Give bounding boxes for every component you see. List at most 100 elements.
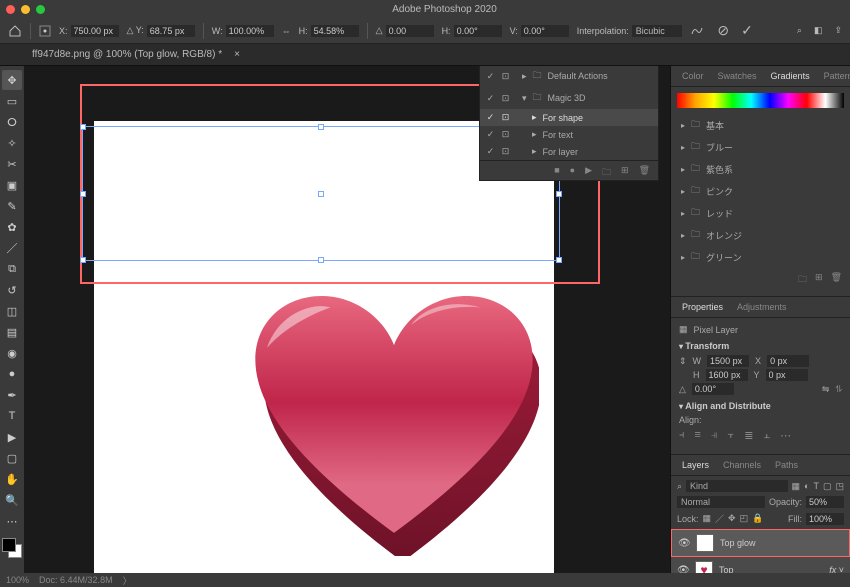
new-group-icon[interactable]: 🗀 xyxy=(798,272,807,288)
include-check[interactable]: ✓ xyxy=(486,93,495,104)
transform-vskew-input[interactable] xyxy=(521,25,569,37)
magic-wand-tool[interactable]: ✧ xyxy=(2,133,22,153)
record-action-button[interactable]: ● xyxy=(570,165,575,176)
tab-swatches[interactable]: Swatches xyxy=(711,66,764,86)
pen-tool[interactable]: ✒ xyxy=(2,385,22,405)
dialog-toggle[interactable]: ⊡ xyxy=(501,71,510,82)
type-tool[interactable]: T xyxy=(2,406,22,426)
action-item[interactable]: ✓⊡▸For shape xyxy=(480,109,658,126)
more-align-icon[interactable]: ⋯ xyxy=(780,429,791,442)
filter-smart-icon[interactable]: ◳ xyxy=(835,481,844,492)
opacity-input[interactable] xyxy=(806,496,844,508)
align-center-h-icon[interactable]: ≡ xyxy=(695,429,701,442)
chevron-right-icon[interactable]: ▸ xyxy=(681,209,685,218)
layer-kind-select[interactable]: Kind xyxy=(686,480,787,492)
chevron-right-icon[interactable]: ▸ xyxy=(681,187,685,196)
layer-name[interactable]: Top glow xyxy=(720,538,756,548)
tab-gradients[interactable]: Gradients xyxy=(764,66,817,86)
hand-tool[interactable]: ✋ xyxy=(2,469,22,489)
transform-center-point[interactable] xyxy=(318,191,324,197)
visibility-toggle[interactable]: 👁 xyxy=(677,565,689,574)
gradient-folder[interactable]: ▸🗀ブルー xyxy=(671,136,850,158)
align-top-icon[interactable]: ⫟ xyxy=(728,429,735,442)
crop-tool[interactable]: ✂ xyxy=(2,154,22,174)
chevron-right-icon[interactable]: ▸ xyxy=(532,129,537,140)
lock-artboard-icon[interactable]: ◰ xyxy=(740,513,749,524)
flip-vertical-icon[interactable]: ⥮ xyxy=(835,384,842,395)
share-icon[interactable]: ⇪ xyxy=(834,25,842,36)
chevron-right-icon[interactable]: ▸ xyxy=(681,253,685,262)
move-tool[interactable]: ✥ xyxy=(2,70,22,90)
prop-w-input[interactable] xyxy=(707,355,749,367)
lock-all-icon[interactable]: 🔒 xyxy=(752,513,763,524)
transform-x-input[interactable] xyxy=(71,25,119,37)
include-check[interactable]: ✓ xyxy=(486,71,495,82)
cancel-transform-button[interactable]: ⊘ xyxy=(717,22,729,39)
filter-type-icon[interactable]: T xyxy=(813,481,819,491)
dialog-toggle[interactable]: ⊡ xyxy=(501,93,510,104)
chevron-right-icon[interactable]: ▸ xyxy=(532,146,537,157)
include-check[interactable]: ✓ xyxy=(486,129,495,140)
prop-angle-input[interactable] xyxy=(692,383,734,395)
transform-handle[interactable] xyxy=(318,124,324,130)
new-action-button[interactable]: ⊞ xyxy=(621,165,629,176)
clone-stamp-tool[interactable]: ⧉ xyxy=(2,259,22,279)
edit-toolbar-button[interactable]: ⋯ xyxy=(2,511,22,531)
gradient-folder[interactable]: ▸🗀ピンク xyxy=(671,180,850,202)
eyedropper-tool[interactable]: ✎ xyxy=(2,196,22,216)
transform-y-input[interactable] xyxy=(147,25,195,37)
fill-input[interactable] xyxy=(806,513,844,525)
healing-tool[interactable]: ✿ xyxy=(2,217,22,237)
action-item[interactable]: ✓⊡▸For layer xyxy=(480,143,658,160)
foreground-color-swatch[interactable] xyxy=(2,538,16,552)
transform-handle[interactable] xyxy=(80,124,86,130)
align-left-icon[interactable]: ⫞ xyxy=(679,429,685,442)
canvas-area[interactable]: History Actions » ≡ ✓⊡▸🗀Default Actions✓… xyxy=(24,66,670,573)
prop-x-input[interactable] xyxy=(767,355,809,367)
new-item-icon[interactable]: ⊞ xyxy=(815,272,823,288)
eraser-tool[interactable]: ◫ xyxy=(2,301,22,321)
layer-row-top[interactable]: 👁 ♥ Top fx ˅ xyxy=(671,557,850,573)
transform-handle[interactable] xyxy=(556,191,562,197)
tab-channels[interactable]: Channels xyxy=(716,455,768,475)
blend-mode-select[interactable]: Normal xyxy=(677,496,765,508)
dialog-toggle[interactable]: ⊡ xyxy=(501,112,510,123)
brush-tool[interactable]: ／ xyxy=(2,238,22,258)
maximize-window-button[interactable] xyxy=(36,5,45,14)
new-set-button[interactable]: 🗀 xyxy=(602,165,611,176)
align-middle-icon[interactable]: ≣ xyxy=(744,429,753,442)
zoom-tool[interactable]: 🔍 xyxy=(2,490,22,510)
tab-paths[interactable]: Paths xyxy=(768,455,805,475)
close-tab-icon[interactable]: × xyxy=(234,49,240,60)
frame-tool[interactable]: ▣ xyxy=(2,175,22,195)
tab-properties[interactable]: Properties xyxy=(675,297,730,317)
chevron-right-icon[interactable]: ▸ xyxy=(522,71,527,82)
color-swatches[interactable] xyxy=(2,538,22,558)
include-check[interactable]: ✓ xyxy=(486,112,495,123)
flip-horizontal-icon[interactable]: ⇋ xyxy=(822,384,830,395)
filter-shape-icon[interactable]: ▢ xyxy=(823,481,832,492)
gradient-tool[interactable]: ▤ xyxy=(2,322,22,342)
action-item[interactable]: ✓⊡▸For text xyxy=(480,126,658,143)
transform-handle[interactable] xyxy=(80,191,86,197)
stop-action-button[interactable]: ■ xyxy=(554,165,559,176)
filter-kind-icon[interactable]: ⌕ xyxy=(677,481,682,492)
tab-adjustments[interactable]: Adjustments xyxy=(730,297,794,317)
layer-thumbnail[interactable] xyxy=(696,534,714,552)
gradient-folder[interactable]: ▸🗀オレンジ xyxy=(671,224,850,246)
action-item[interactable]: ✓⊡▾🗀Magic 3D xyxy=(480,87,658,109)
visibility-toggle[interactable]: 👁 xyxy=(678,538,690,549)
rectangle-tool[interactable]: ▢ xyxy=(2,448,22,468)
tab-color[interactable]: Color xyxy=(675,66,711,86)
transform-angle-input[interactable] xyxy=(386,25,434,37)
chevron-right-icon[interactable]: ▸ xyxy=(532,112,537,123)
warp-icon[interactable] xyxy=(690,24,704,38)
transform-handle[interactable] xyxy=(318,257,324,263)
gradient-folder[interactable]: ▸🗀グリーン xyxy=(671,246,850,268)
layer-row-top-glow[interactable]: 👁 Top glow xyxy=(671,529,850,557)
gradient-folder[interactable]: ▸🗀レッド xyxy=(671,202,850,224)
commit-transform-button[interactable]: ✓ xyxy=(741,22,753,39)
layer-thumbnail[interactable]: ♥ xyxy=(695,561,713,573)
dodge-tool[interactable]: ● xyxy=(2,364,22,384)
dialog-toggle[interactable]: ⊡ xyxy=(501,129,510,140)
